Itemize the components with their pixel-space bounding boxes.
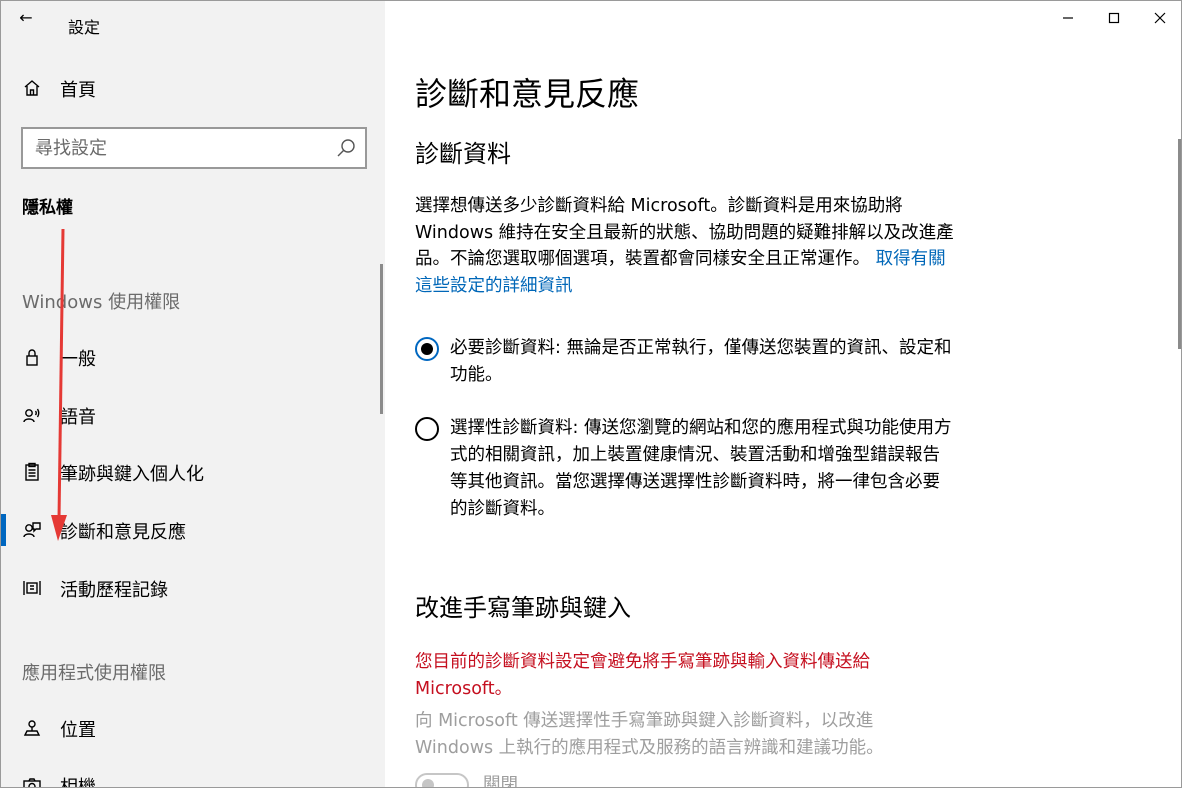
sidebar-item-label: 一般 bbox=[60, 349, 96, 370]
app-title: 設定 bbox=[68, 18, 101, 37]
radio-required-diagnostic[interactable]: 必要診斷資料: 無論是否正常執行，僅傳送您裝置的資訊、設定和功能。 bbox=[415, 335, 955, 395]
inking-warning-text: 您目前的診斷資料設定會避免將手寫筆跡與輸入資料傳送給 Microsoft。 bbox=[415, 652, 870, 699]
radio-label: 必要診斷資料: 無論是否正常執行，僅傳送您裝置的資訊、設定和功能。 bbox=[450, 338, 952, 385]
section-heading-privacy: 隱私權 bbox=[22, 198, 73, 218]
page-title: 診斷和意見反應 bbox=[415, 75, 640, 113]
speech-icon bbox=[21, 404, 43, 426]
group-label-app-permissions: 應用程式使用權限 bbox=[22, 663, 166, 684]
close-icon bbox=[1154, 12, 1166, 24]
search-box[interactable] bbox=[21, 127, 367, 169]
home-icon bbox=[21, 77, 43, 99]
search-icon[interactable] bbox=[335, 137, 357, 159]
search-input[interactable] bbox=[35, 136, 325, 160]
lock-icon bbox=[21, 346, 43, 368]
sidebar-item-location[interactable]: 位置 bbox=[1, 708, 385, 748]
sidebar-item-label: 語音 bbox=[60, 407, 96, 428]
close-button[interactable] bbox=[1137, 1, 1181, 35]
diagnostic-description-text: 選擇想傳送多少診斷資料給 Microsoft。診斷資料是用來協助將 Window… bbox=[415, 196, 954, 269]
settings-window: ← 設定 首頁 隱私權 Windows 使用權限 一般 bbox=[0, 0, 1182, 788]
minimize-icon bbox=[1063, 17, 1073, 19]
inking-typing-heading: 改進手寫筆跡與鍵入 bbox=[415, 594, 631, 622]
sidebar-item-diagnostics-feedback[interactable]: 診斷和意見反應 bbox=[1, 510, 385, 550]
sidebar-item-label: 筆跡與鍵入個人化 bbox=[60, 464, 204, 485]
sidebar-item-label: 首頁 bbox=[60, 80, 96, 101]
diagnostic-data-heading: 診斷資料 bbox=[415, 140, 511, 168]
sidebar-item-label: 相機 bbox=[60, 777, 96, 788]
back-arrow-icon: ← bbox=[19, 8, 33, 27]
toggle-state-label: 關閉 bbox=[483, 775, 518, 788]
content-scrollbar[interactable] bbox=[1178, 139, 1181, 349]
clipboard-icon bbox=[21, 461, 43, 483]
sidebar-item-label: 診斷和意見反應 bbox=[60, 522, 186, 543]
minimize-button[interactable] bbox=[1045, 1, 1091, 35]
sidebar-item-label: 活動歷程記錄 bbox=[60, 580, 168, 601]
radio-button-unchecked[interactable] bbox=[415, 417, 439, 441]
location-icon bbox=[21, 717, 43, 739]
sidebar-item-home[interactable]: 首頁 bbox=[1, 71, 385, 105]
sidebar-item-speech[interactable]: 語音 bbox=[1, 395, 385, 435]
inking-toggle-row: 關閉 bbox=[415, 771, 715, 788]
back-button[interactable]: ← bbox=[11, 5, 41, 31]
sidebar-item-camera[interactable]: 相機 bbox=[1, 765, 385, 788]
diagnostic-data-description: 選擇想傳送多少診斷資料給 Microsoft。診斷資料是用來協助將 Window… bbox=[415, 193, 955, 299]
timeline-icon bbox=[21, 577, 43, 599]
radio-button-checked[interactable] bbox=[415, 337, 439, 361]
feedback-icon bbox=[21, 519, 43, 541]
maximize-button[interactable] bbox=[1091, 1, 1137, 35]
main-content: 診斷和意見反應 診斷資料 選擇想傳送多少診斷資料給 Microsoft。診斷資料… bbox=[385, 1, 1181, 788]
radio-optional-diagnostic[interactable]: 選擇性診斷資料: 傳送您瀏覽的網站和您的應用程式與功能使用方式的相關資訊，加上裝… bbox=[415, 415, 955, 525]
window-controls bbox=[1045, 1, 1181, 35]
sidebar-item-activity-history[interactable]: 活動歷程記錄 bbox=[1, 568, 385, 608]
annotation-arrow-icon bbox=[51, 229, 67, 541]
maximize-icon bbox=[1108, 12, 1120, 24]
inking-toggle-switch[interactable] bbox=[415, 773, 469, 787]
radio-label: 選擇性診斷資料: 傳送您瀏覽的網站和您的應用程式與功能使用方式的相關資訊，加上裝… bbox=[450, 418, 952, 519]
sidebar-item-general[interactable]: 一般 bbox=[1, 337, 385, 377]
sidebar-scrollbar[interactable] bbox=[380, 264, 383, 414]
inking-description: 向 Microsoft 傳送選擇性手寫筆跡與鍵入診斷資料，以改進 Windows… bbox=[415, 711, 884, 758]
sidebar-item-inking-typing[interactable]: 筆跡與鍵入個人化 bbox=[1, 452, 385, 492]
active-indicator bbox=[1, 514, 6, 546]
camera-icon bbox=[21, 774, 43, 787]
sidebar: ← 設定 首頁 隱私權 Windows 使用權限 一般 bbox=[1, 1, 385, 788]
sidebar-item-label: 位置 bbox=[60, 720, 96, 741]
group-label-windows-permissions: Windows 使用權限 bbox=[22, 292, 181, 313]
